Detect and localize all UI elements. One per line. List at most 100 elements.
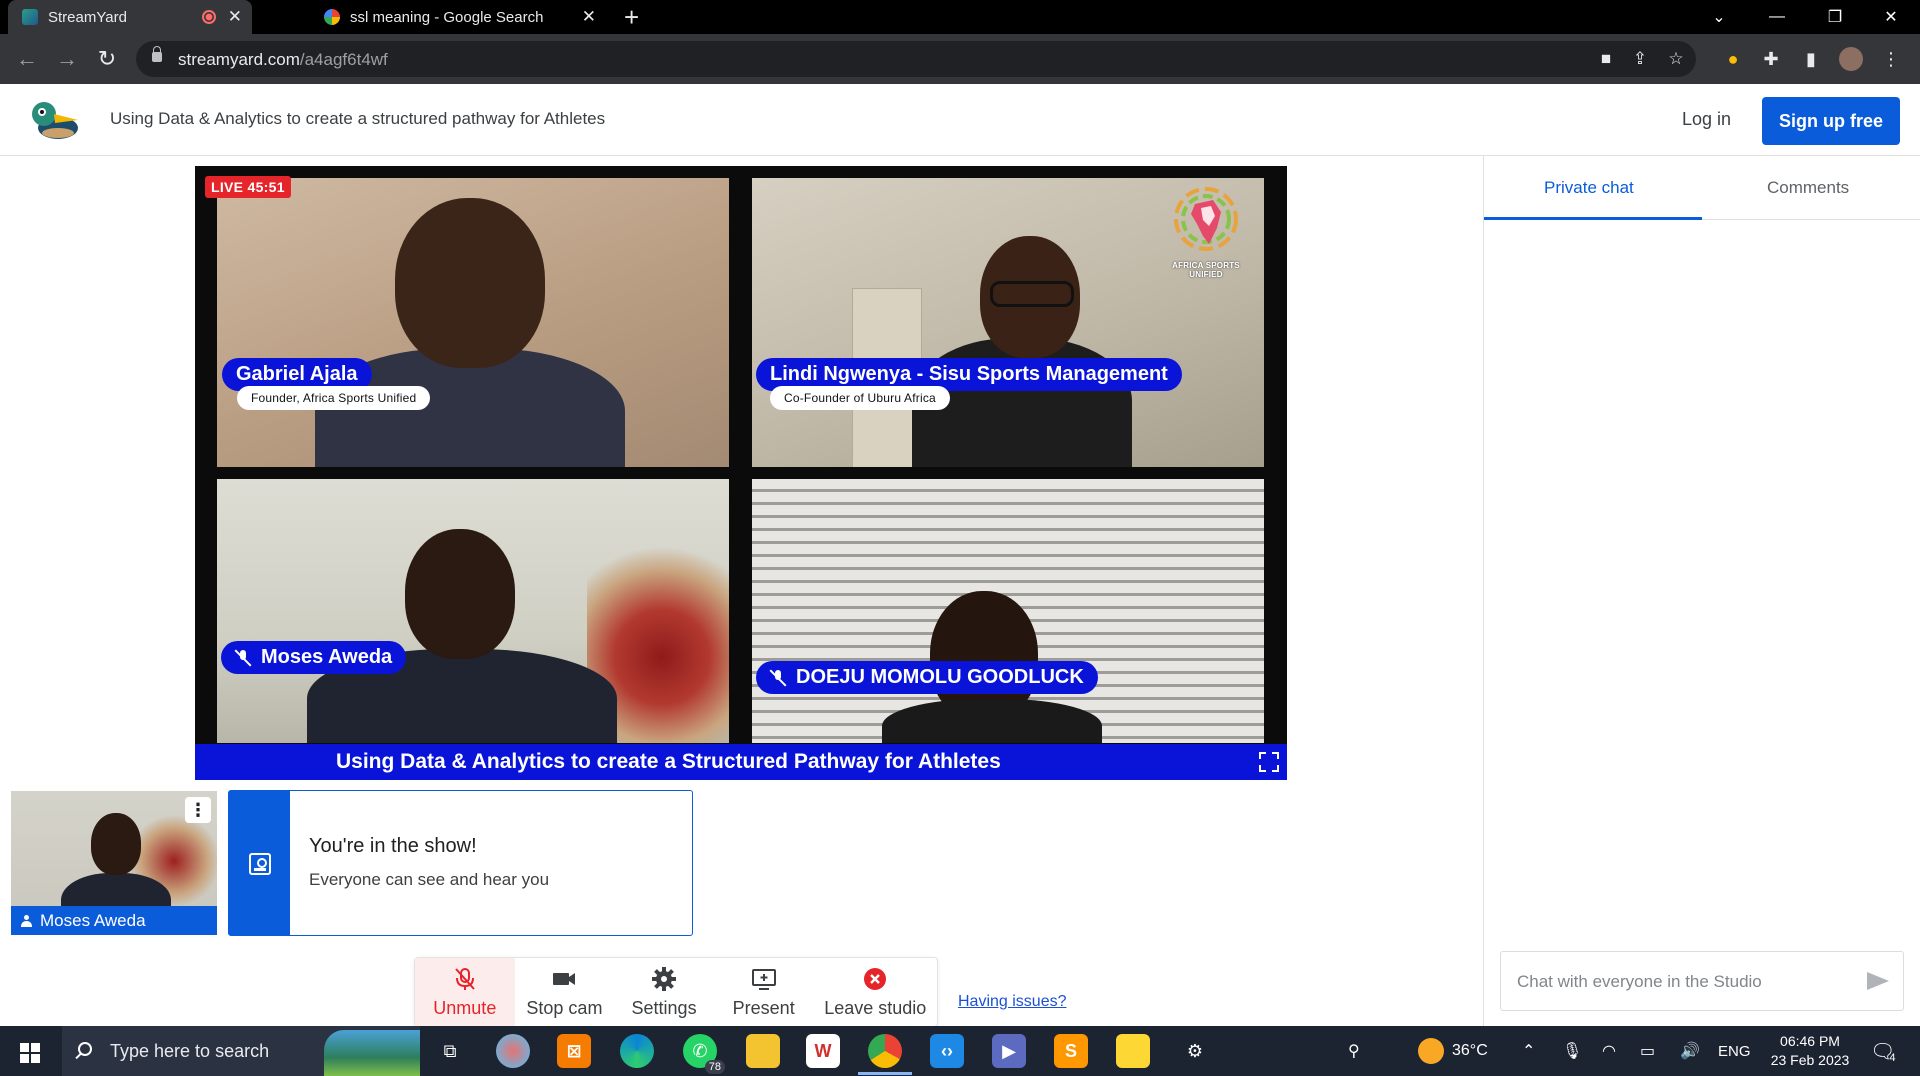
sticky-notes-icon[interactable] xyxy=(1116,1034,1150,1068)
streamyard-favicon-icon xyxy=(22,9,38,25)
signup-button[interactable]: Sign up free xyxy=(1762,97,1900,145)
browser-menu-icon[interactable]: ⋮ xyxy=(1876,44,1906,74)
settings-label: Settings xyxy=(631,997,697,1018)
participant-video-tile[interactable]: DOEJU MOMOLU GOODLUCK xyxy=(752,479,1264,743)
tab-comments[interactable]: Comments xyxy=(1767,178,1849,198)
leave-studio-button[interactable]: Leave studio xyxy=(814,958,938,1026)
leave-x-icon xyxy=(862,966,888,992)
participant-video-tile[interactable]: Moses Aweda xyxy=(217,479,729,743)
close-tab-icon[interactable]: ✕ xyxy=(582,7,596,27)
sublime-text-icon[interactable]: S xyxy=(1054,1034,1088,1068)
wps-office-icon[interactable]: W xyxy=(806,1034,840,1068)
whatsapp-badge: 78 xyxy=(704,1060,725,1074)
show-title: Using Data & Analytics to create a struc… xyxy=(110,109,606,128)
present-label: Present xyxy=(732,997,795,1018)
weather-temp: 36°C xyxy=(1452,1042,1488,1059)
participant-video-tile[interactable]: Gabriel Ajala Founder, Africa Sports Uni… xyxy=(217,178,729,467)
glasses xyxy=(990,281,1074,307)
present-button[interactable]: Present xyxy=(714,958,814,1026)
africa-map-logo-icon xyxy=(1174,187,1238,251)
microphone-icon[interactable]: 🎙 xyxy=(1562,1026,1582,1076)
wifi-icon[interactable]: ◠ xyxy=(1602,1026,1616,1076)
studio-controls: Unmute Stop cam Settings Present Leave s… xyxy=(414,957,938,1027)
gear-icon xyxy=(651,966,677,992)
chat-input[interactable]: Chat with everyone in the Studio xyxy=(1500,951,1904,1011)
language-indicator[interactable]: ENG xyxy=(1718,1026,1751,1076)
chrome-icon[interactable] xyxy=(868,1034,902,1068)
streamyard-duck-logo-icon[interactable] xyxy=(28,98,82,142)
edge-browser-icon[interactable] xyxy=(620,1034,654,1068)
profile-avatar-icon[interactable] xyxy=(1836,44,1866,74)
more-options-icon[interactable]: ⋮ xyxy=(185,797,211,823)
participant-video xyxy=(405,529,515,659)
tab-title: StreamYard xyxy=(48,8,127,26)
chevron-up-icon[interactable]: ⌃ xyxy=(1522,1026,1535,1076)
chevron-down-icon[interactable]: ⌄ xyxy=(1690,0,1748,34)
paint-app-icon[interactable] xyxy=(496,1034,530,1068)
bookmark-star-icon[interactable]: ☆ xyxy=(1666,49,1686,69)
login-link[interactable]: Log in xyxy=(1682,109,1731,130)
active-app-indicator xyxy=(858,1072,912,1075)
camera-in-use-icon[interactable]: ■ xyxy=(1596,49,1616,69)
tab-streamyard[interactable]: StreamYard ✕ xyxy=(8,0,252,34)
stop-cam-button[interactable]: Stop cam xyxy=(515,958,615,1026)
taskbar-clock[interactable]: 06:46 PM 23 Feb 2023 xyxy=(1770,1032,1850,1070)
settings-gear-icon[interactable]: ⚙ xyxy=(1178,1034,1212,1068)
clock-date: 23 Feb 2023 xyxy=(1770,1052,1850,1068)
address-bar: ← → ↻ streamyard.com/a4agf6t4wf ■ ⇪ ☆ ● … xyxy=(0,34,1920,84)
url-input[interactable]: streamyard.com/a4agf6t4wf ■ ⇪ ☆ xyxy=(136,41,1696,77)
people-icon[interactable]: ⚲ xyxy=(1348,1026,1360,1076)
volume-icon[interactable]: 🔊 xyxy=(1680,1026,1700,1076)
windows-start-icon[interactable] xyxy=(20,1043,40,1063)
broadcast-stage: LIVE 45:51 Gabriel Ajala Founder, Africa… xyxy=(195,166,1287,780)
participant-video-tile[interactable]: AFRICA SPORTS UNIFIED Lindi Ngwenya - Si… xyxy=(752,178,1264,467)
lock-icon[interactable] xyxy=(152,46,162,62)
participant-subtitle: Founder, Africa Sports Unified xyxy=(237,386,431,410)
share-icon[interactable]: ⇪ xyxy=(1630,49,1650,69)
task-view-icon[interactable]: ⧉ xyxy=(433,1034,467,1068)
minimize-icon[interactable]: — xyxy=(1748,0,1806,34)
weather-widget[interactable]: 36°C xyxy=(1418,1026,1488,1076)
close-tab-icon[interactable]: ✕ xyxy=(228,7,242,27)
active-tab-indicator xyxy=(1484,217,1702,220)
tab-private-chat[interactable]: Private chat xyxy=(1544,178,1634,198)
file-explorer-icon[interactable] xyxy=(746,1034,780,1068)
participant-video xyxy=(882,699,1102,743)
media-app-icon[interactable]: ▶ xyxy=(992,1034,1026,1068)
vscode-icon[interactable]: ‹› xyxy=(930,1034,964,1068)
extensions-puzzle-icon[interactable]: ✚ xyxy=(1756,44,1786,74)
forward-icon[interactable]: → xyxy=(52,44,82,74)
reload-icon[interactable]: ↻ xyxy=(92,44,122,74)
xampp-app-icon[interactable]: ⊠ xyxy=(557,1034,591,1068)
tab-google-search[interactable]: ssl meaning - Google Search ✕ xyxy=(310,0,606,34)
back-icon[interactable]: ← xyxy=(12,44,42,74)
stop-cam-label: Stop cam xyxy=(526,997,603,1018)
notifications-icon[interactable]: 🗨 4 xyxy=(1870,1026,1896,1076)
extension-icon[interactable]: ● xyxy=(1718,44,1748,74)
new-tab-icon[interactable]: + xyxy=(624,2,639,33)
notification-count: 4 xyxy=(1889,1052,1896,1064)
present-screen-icon xyxy=(751,966,777,992)
side-panel-icon[interactable]: ▮ xyxy=(1796,44,1826,74)
self-name-label: Moses Aweda xyxy=(11,906,217,935)
unmute-button[interactable]: Unmute xyxy=(415,958,515,1026)
participant-name-tag: DOEJU MOMOLU GOODLUCK xyxy=(756,661,1098,694)
restore-icon[interactable]: ❐ xyxy=(1806,0,1864,34)
streamyard-header: Using Data & Analytics to create a struc… xyxy=(0,84,1920,156)
self-camera-preview[interactable]: ⋮ Moses Aweda xyxy=(11,791,217,935)
whatsapp-icon[interactable]: ✆ 78 xyxy=(683,1034,725,1074)
search-highlight-art xyxy=(324,1030,420,1076)
notice-body: Everyone can see and hear you xyxy=(309,870,550,889)
clock-time: 06:46 PM xyxy=(1780,1033,1840,1049)
settings-button[interactable]: Settings xyxy=(614,958,714,1026)
search-icon xyxy=(78,1042,92,1056)
search-placeholder: Type here to search xyxy=(110,1041,270,1061)
battery-icon[interactable]: ▭ xyxy=(1640,1026,1655,1076)
close-window-icon[interactable]: ✕ xyxy=(1862,0,1920,34)
fullscreen-icon[interactable] xyxy=(1259,752,1279,772)
chat-tabs: Private chat Comments xyxy=(1484,156,1920,220)
having-issues-link[interactable]: Having issues? xyxy=(958,993,1067,1011)
send-icon[interactable] xyxy=(1867,972,1889,990)
tab-title: ssl meaning - Google Search xyxy=(350,8,544,26)
taskbar-search-input[interactable]: Type here to search xyxy=(62,1026,420,1076)
